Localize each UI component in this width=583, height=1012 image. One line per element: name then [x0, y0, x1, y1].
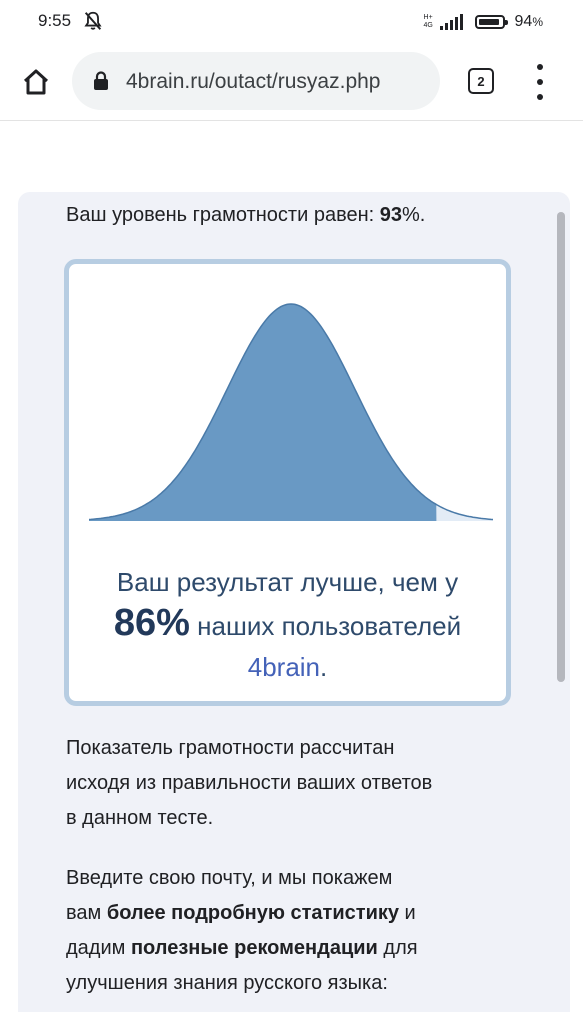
tab-switcher-button[interactable]: 2 [468, 68, 494, 94]
explanation-text: Показатель грамотности рассчитан исходя … [66, 737, 433, 829]
mute-bell-icon [84, 11, 102, 30]
overflow-menu-button[interactable] [528, 64, 552, 100]
status-bar: 9:55 H+ 4G 94% [0, 0, 583, 44]
address-bar[interactable]: 4brain.ru/outact/rusyaz.php [72, 52, 440, 110]
page-scrollbar[interactable] [557, 212, 565, 682]
distribution-curve [89, 303, 493, 521]
result-box: Ваш результат лучше, чем у 86% наших пол… [64, 259, 511, 706]
url-text: 4brain.ru/outact/rusyaz.php [126, 70, 381, 93]
battery-percent: 94% [514, 13, 543, 30]
home-icon [23, 69, 49, 95]
battery-fill [478, 19, 500, 25]
status-indicators: H+ 4G 94% [424, 9, 543, 35]
literacy-level: Ваш уровень грамотности равен: 93%. [66, 204, 426, 226]
signal-icon [439, 14, 463, 30]
home-button[interactable] [16, 62, 56, 102]
battery-icon [474, 15, 508, 29]
result-comparison: Ваш результат лучше, чем у 86% наших пол… [113, 567, 462, 682]
curve-main-area [89, 304, 437, 521]
network-type: H+ 4G [423, 14, 433, 29]
brand-link[interactable]: 4brain [248, 652, 320, 682]
literacy-level-value: 93 [379, 204, 402, 226]
browser-toolbar: 4brain.ru/outact/rusyaz.php 2 [0, 44, 583, 121]
status-time: 9:55 [38, 11, 72, 30]
email-offer-text: Введите свою почту, и мы покажем вам бол… [66, 867, 418, 994]
lock-icon [94, 71, 108, 90]
result-percent: 86% [113, 602, 190, 644]
